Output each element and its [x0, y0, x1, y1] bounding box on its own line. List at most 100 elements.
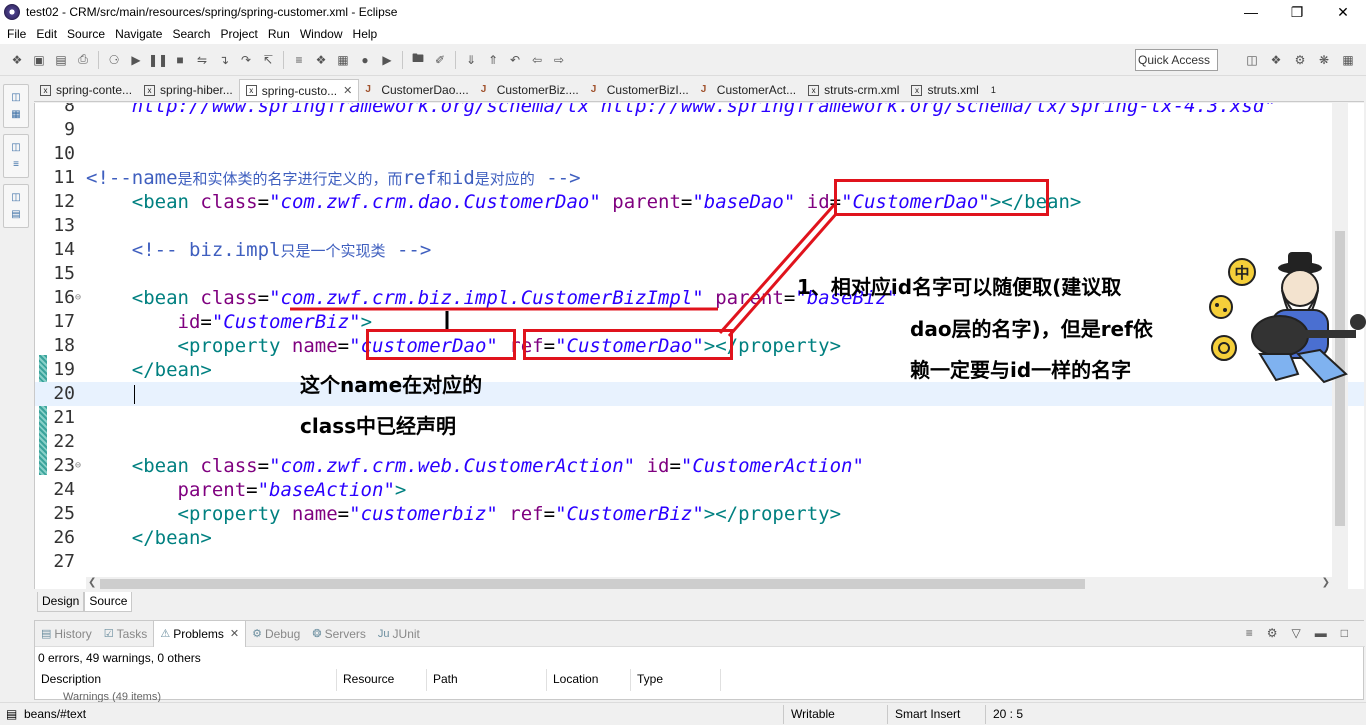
scrollbar-thumb[interactable]: [100, 579, 1085, 589]
column-path[interactable]: Path: [427, 669, 547, 691]
menu-source[interactable]: Source: [63, 27, 111, 41]
restore-icon[interactable]: ❐: [1274, 0, 1320, 24]
editor-tab[interactable]: J CustomerBizI...: [585, 79, 695, 101]
save-icon[interactable]: ▣: [31, 52, 47, 68]
open-folder-icon[interactable]: 🖿: [410, 51, 426, 68]
debug-icon[interactable]: ●: [357, 52, 373, 68]
minimized-view-stack[interactable]: ◫ ≡: [3, 134, 29, 178]
scroll-left-icon[interactable]: ❮: [88, 577, 96, 588]
column-resource[interactable]: Resource: [337, 669, 427, 691]
save-all-icon[interactable]: ▤: [53, 52, 69, 68]
step-into-icon[interactable]: ↴: [216, 52, 232, 68]
column-type[interactable]: Type: [631, 669, 721, 691]
fold-toggle-icon[interactable]: ⊖: [75, 454, 81, 478]
menu-navigate[interactable]: Navigate: [111, 27, 168, 41]
package-explorer-icon[interactable]: ▦: [11, 109, 20, 120]
print-icon[interactable]: ⎙: [75, 52, 91, 68]
fold-toggle-icon[interactable]: ⊖: [75, 286, 81, 310]
suspend-icon[interactable]: ❚❚: [148, 52, 168, 68]
console-icon[interactable]: ▤: [11, 209, 20, 220]
minimize-view-icon[interactable]: ▬: [1315, 626, 1327, 640]
focus-icon[interactable]: ≡: [1246, 626, 1253, 640]
scroll-right-icon[interactable]: ❯: [1322, 577, 1330, 588]
debug-perspective-icon[interactable]: ⚙: [1292, 52, 1308, 68]
restore-icon[interactable]: ◫: [11, 92, 20, 103]
column-location[interactable]: Location: [547, 669, 631, 691]
view-tab[interactable]: ⚙ Debug: [246, 621, 306, 647]
code-line[interactable]: 9: [35, 118, 1364, 142]
minimized-view-stack[interactable]: ◫ ▤: [3, 184, 29, 228]
code-line[interactable]: 27: [35, 550, 1364, 574]
menu-help[interactable]: Help: [349, 27, 384, 41]
code-line[interactable]: 8 http://www.springframework.org/schema/…: [35, 103, 1364, 118]
code-line[interactable]: 25 <property name="customerbiz" ref="Cus…: [35, 502, 1364, 526]
code-line[interactable]: 23 ⊖ <bean class="com.zwf.crm.web.Custome…: [35, 454, 1364, 478]
close-icon[interactable]: ✕: [1320, 0, 1366, 24]
back-icon[interactable]: ⇦: [529, 52, 545, 68]
code-line[interactable]: 11 <!--name是和实体类的名字进行定义的，而ref和id是对应的 -->: [35, 166, 1364, 190]
code-line[interactable]: 12 <bean class="com.zwf.crm.dao.Customer…: [35, 190, 1364, 214]
view-tab[interactable]: ☑ Tasks: [98, 621, 154, 647]
view-tab[interactable]: ❂ Servers: [306, 621, 372, 647]
editor-tab[interactable]: x struts-crm.xml: [802, 79, 905, 101]
code-line[interactable]: 20: [35, 382, 1364, 406]
team-perspective-icon[interactable]: ❋: [1316, 52, 1332, 68]
disconnect-icon[interactable]: ⇋: [194, 52, 210, 68]
view-tab[interactable]: Ju JUnit: [372, 621, 426, 647]
tab-design[interactable]: Design: [37, 592, 85, 612]
menu-search[interactable]: Search: [168, 27, 216, 41]
editor-horizontal-scrollbar[interactable]: ❮ ❯: [86, 577, 1332, 591]
view-tab[interactable]: ▤ History: [35, 621, 98, 647]
maximize-view-icon[interactable]: □: [1341, 626, 1348, 640]
previous-annotation-icon[interactable]: ⇑: [485, 52, 501, 68]
restore-icon[interactable]: ◫: [11, 142, 20, 153]
menu-window[interactable]: Window: [296, 27, 349, 41]
editor-tab[interactable]: J CustomerDao....: [359, 79, 474, 101]
close-view-icon[interactable]: ✕: [230, 627, 239, 640]
editor-tab[interactable]: x spring-custo... ✕: [238, 79, 360, 101]
quick-access-field[interactable]: Quick Access: [1135, 49, 1218, 71]
code-line[interactable]: 13: [35, 214, 1364, 238]
java-ee-perspective-icon[interactable]: ❖: [1268, 52, 1284, 68]
view-menu-icon[interactable]: ▽: [1292, 626, 1301, 640]
code-line[interactable]: 15: [35, 262, 1364, 286]
minimize-icon[interactable]: —: [1228, 0, 1274, 24]
code-line[interactable]: 14 <!-- biz.impl只是一个实现类 -->: [35, 238, 1364, 262]
skip-breakpoints-icon[interactable]: ⚆: [106, 52, 122, 68]
outline-icon[interactable]: ≡: [13, 159, 19, 170]
code-line[interactable]: 16 ⊖ <bean class="com.zwf.crm.biz.impl.Cu…: [35, 286, 1364, 310]
resume-icon[interactable]: ▶: [128, 52, 144, 68]
java-perspective-icon[interactable]: ▦: [1340, 52, 1356, 68]
open-type-icon[interactable]: ▦: [335, 52, 351, 68]
format-icon[interactable]: ≡: [291, 52, 307, 68]
editor-tab[interactable]: x spring-conte...: [34, 79, 138, 101]
next-annotation-icon[interactable]: ⇓: [463, 52, 479, 68]
code-line[interactable]: 24 parent="baseAction">: [35, 478, 1364, 502]
editor-tab[interactable]: x struts.xml: [905, 79, 984, 101]
code-line[interactable]: 26 </bean>: [35, 526, 1364, 550]
editor-tab[interactable]: x spring-hiber...: [138, 79, 239, 101]
open-perspective-icon[interactable]: ◫: [1244, 52, 1260, 68]
code-line[interactable]: 21: [35, 406, 1364, 430]
editor-tab[interactable]: J CustomerAct...: [695, 79, 802, 101]
code-line[interactable]: 22: [35, 430, 1364, 454]
minimized-view-stack[interactable]: ◫ ▦: [3, 84, 29, 128]
menu-edit[interactable]: Edit: [32, 27, 63, 41]
run-icon[interactable]: ▶: [379, 52, 395, 68]
view-tab[interactable]: ⚠ Problems ✕: [153, 620, 247, 647]
forward-icon[interactable]: ⇨: [551, 52, 567, 68]
terminate-icon[interactable]: ■: [172, 52, 188, 68]
close-tab-icon[interactable]: ✕: [343, 84, 352, 97]
menu-file[interactable]: File: [3, 27, 32, 41]
restore-icon[interactable]: ◫: [11, 192, 20, 203]
column-description[interactable]: Description: [35, 669, 337, 691]
tab-overflow-count[interactable]: 1: [985, 79, 1002, 101]
menu-run[interactable]: Run: [264, 27, 296, 41]
new-icon[interactable]: ❖: [9, 52, 25, 68]
step-over-icon[interactable]: ↷: [238, 52, 254, 68]
editor-tab[interactable]: J CustomerBiz....: [475, 79, 585, 101]
search-task-icon[interactable]: ✐: [432, 52, 448, 68]
code-line[interactable]: 10: [35, 142, 1364, 166]
tab-source[interactable]: Source: [84, 592, 133, 612]
last-edit-icon[interactable]: ↶: [507, 52, 523, 68]
